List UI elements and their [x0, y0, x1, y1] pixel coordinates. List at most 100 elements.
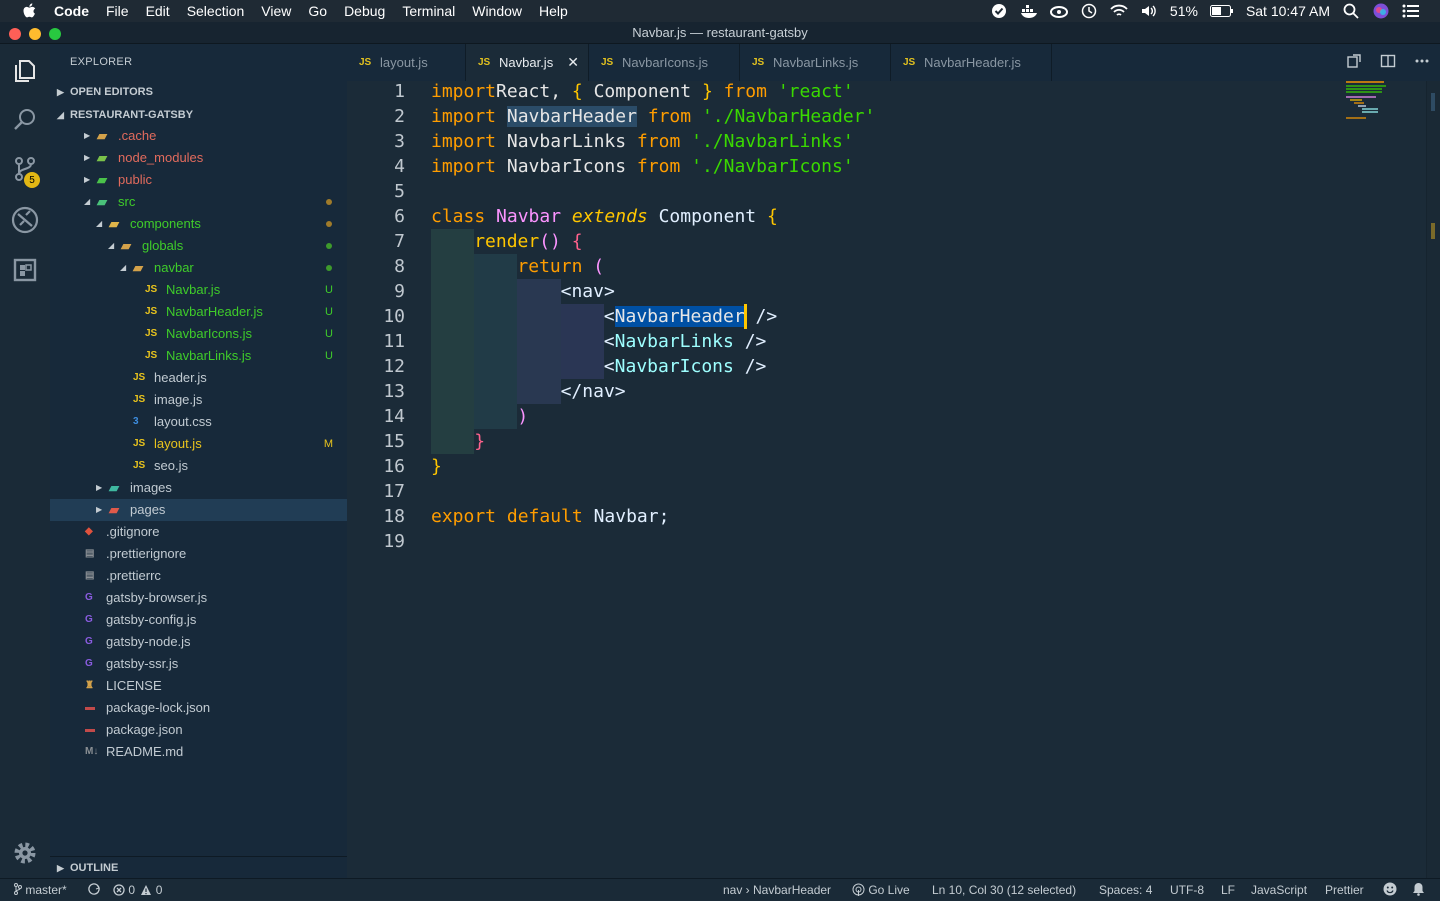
minimap[interactable] — [1346, 81, 1416, 121]
file-item[interactable]: ◆ .gitignore — [50, 521, 347, 543]
clock[interactable]: Sat 10:47 AM — [1246, 3, 1330, 19]
notification-center-icon[interactable] — [1402, 3, 1420, 19]
minimize-window-button[interactable] — [29, 28, 41, 40]
tab-navbarlinks-js[interactable]: JS NavbarLinks.js — [740, 44, 891, 81]
outline-section[interactable]: ▶ OUTLINE — [50, 856, 347, 878]
code-token: Navbar; — [582, 506, 670, 527]
menu-go[interactable]: Go — [308, 3, 327, 19]
tab-navbar-js[interactable]: JS Navbar.js ✕ — [466, 44, 589, 81]
close-tab-icon[interactable]: ✕ — [567, 44, 579, 81]
folder-item[interactable]: ◢ ▰ components — [50, 213, 347, 235]
menu-help[interactable]: Help — [539, 3, 568, 19]
go-live-button[interactable]: Go Live — [852, 879, 910, 901]
file-item[interactable]: M↓ README.md — [50, 741, 347, 763]
file-item[interactable]: Ggatsby-ssr.js — [50, 653, 347, 675]
file-item[interactable]: JS header.js — [50, 367, 347, 389]
split-editor-icon[interactable] — [1380, 53, 1396, 72]
code-line: } — [431, 454, 442, 479]
folder-item[interactable]: ▶ ▰ images — [50, 477, 347, 499]
code-line: ) — [517, 404, 528, 429]
spotlight-search-icon[interactable] — [1342, 3, 1360, 19]
app-menu[interactable]: Code — [54, 3, 89, 19]
branch-indicator[interactable]: master* — [14, 879, 67, 901]
apple-icon[interactable] — [20, 2, 38, 20]
folder-item[interactable]: ◢ ▰ src — [50, 191, 347, 213]
file-item[interactable]: 3 layout.css — [50, 411, 347, 433]
breadcrumb[interactable]: nav › NavbarHeader — [723, 879, 831, 901]
tab-navbaricons-js[interactable]: JS NavbarIcons.js — [589, 44, 740, 81]
code-line: import NavbarIcons from './NavbarIcons' — [431, 154, 854, 179]
time-machine-icon[interactable] — [1080, 3, 1098, 19]
more-actions-icon[interactable] — [1414, 53, 1430, 72]
folder-item[interactable]: ▶ ▰ node_modules — [50, 147, 347, 169]
menu-terminal[interactable]: Terminal — [402, 3, 455, 19]
menu-debug[interactable]: Debug — [344, 3, 385, 19]
file-item[interactable]: JS layout.js M — [50, 433, 347, 455]
menu-window[interactable]: Window — [472, 3, 522, 19]
file-name: components — [130, 216, 201, 231]
tab-layout-js[interactable]: JS layout.js — [347, 44, 466, 81]
file-item[interactable]: Ggatsby-config.js — [50, 609, 347, 631]
close-window-button[interactable] — [9, 28, 21, 40]
project-root-section[interactable]: ◢ RESTAURANT-GATSBY — [50, 104, 347, 126]
folder-item[interactable]: ◢ ▰ navbar — [50, 257, 347, 279]
cursor-position[interactable]: Ln 10, Col 30 (12 selected) — [932, 879, 1076, 901]
code-token: return — [517, 256, 583, 277]
file-name: navbar — [154, 260, 194, 275]
code-token: NavbarLinks — [614, 331, 734, 352]
file-item[interactable]: Ggatsby-node.js — [50, 631, 347, 653]
notifications-bell-icon[interactable] — [1412, 879, 1425, 901]
extensions-icon[interactable] — [9, 254, 41, 286]
code-editor[interactable]: 1 2 3 4 5 6 7 8 9 10 11 12 13 14 15 16 17 18 19 importReac… — [347, 81, 1440, 878]
file-item[interactable]: JS seo.js — [50, 455, 347, 477]
zoom-window-button[interactable] — [49, 28, 61, 40]
encoding-setting[interactable]: UTF-8 — [1170, 879, 1204, 901]
file-item[interactable]: JS image.js — [50, 389, 347, 411]
eol-setting[interactable]: LF — [1221, 879, 1235, 901]
debug-icon[interactable] — [9, 204, 41, 236]
file-name: package-lock.json — [106, 700, 211, 715]
prettier-status[interactable]: Prettier — [1325, 879, 1364, 901]
file-item[interactable]: ▤ .prettierignore — [50, 543, 347, 565]
volume-icon[interactable] — [1140, 3, 1158, 19]
explorer-icon[interactable] — [9, 55, 41, 87]
file-item[interactable]: JS NavbarIcons.js U — [50, 323, 347, 345]
folder-item[interactable]: ▶ ▰ .cache — [50, 125, 347, 147]
folder-item[interactable]: ▶ ▰ pages — [50, 499, 347, 521]
folder-item[interactable]: ▶ ▰ public — [50, 169, 347, 191]
sync-icon[interactable] — [86, 879, 102, 901]
indentation-setting[interactable]: Spaces: 4 — [1099, 879, 1152, 901]
search-icon[interactable] — [9, 104, 41, 136]
wifi-icon[interactable] — [1110, 3, 1128, 19]
file-item[interactable]: ♜ LICENSE — [50, 675, 347, 697]
docker-icon[interactable] — [1020, 3, 1038, 19]
siri-icon[interactable] — [1372, 3, 1390, 19]
open-changes-icon[interactable] — [1346, 53, 1362, 72]
tab-navbarheader-js[interactable]: JS NavbarHeader.js — [891, 44, 1052, 81]
file-item[interactable]: JS Navbar.js U — [50, 279, 347, 301]
creative-cloud-icon[interactable] — [1049, 3, 1068, 19]
battery-icon[interactable] — [1209, 3, 1234, 19]
file-item[interactable]: ▬ package-lock.json — [50, 697, 347, 719]
file-name: image.js — [154, 392, 203, 407]
file-item[interactable]: ▬ package.json — [50, 719, 347, 741]
settings-gear-icon[interactable] — [9, 837, 41, 869]
menu-file[interactable]: File — [106, 3, 129, 19]
file-item[interactable]: JS NavbarLinks.js U — [50, 345, 347, 367]
todo-check-icon[interactable] — [990, 3, 1008, 19]
open-editors-section[interactable]: ▶ OPEN EDITORS — [50, 81, 347, 103]
file-item[interactable]: ▤ .prettierrc — [50, 565, 347, 587]
editor-scrollbar[interactable] — [1426, 81, 1440, 878]
problems-indicator[interactable]: 0 0 — [113, 879, 162, 901]
file-item[interactable]: Ggatsby-browser.js — [50, 587, 347, 609]
language-mode[interactable]: JavaScript — [1251, 879, 1307, 901]
feedback-smiley-icon[interactable] — [1383, 879, 1397, 901]
code-area[interactable] — [431, 81, 1427, 878]
chevron-down-icon: ◢ — [57, 110, 64, 120]
menu-view[interactable]: View — [261, 3, 291, 19]
file-item[interactable]: JS NavbarHeader.js U — [50, 301, 347, 323]
prettier-icon: ▤ — [85, 570, 95, 581]
folder-item[interactable]: ◢ ▰ globals — [50, 235, 347, 257]
menu-edit[interactable]: Edit — [146, 3, 170, 19]
menu-selection[interactable]: Selection — [187, 3, 245, 19]
